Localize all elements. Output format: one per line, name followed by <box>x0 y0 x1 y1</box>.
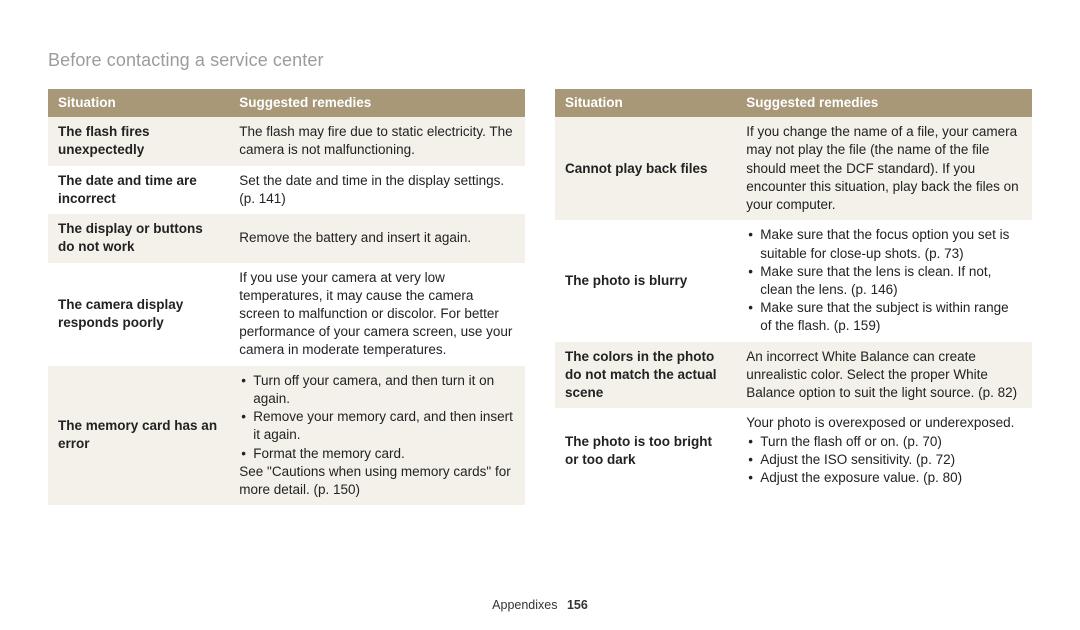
page-title: Before contacting a service center <box>48 50 1032 71</box>
troubleshoot-table-right: Situation Suggested remedies Cannot play… <box>555 89 1032 493</box>
remedy-cell: If you change the name of a file, your c… <box>736 117 1032 220</box>
list-item: Turn the flash off or on. (p. 70) <box>746 433 1022 451</box>
table-row: The photo is too bright or too dark Your… <box>555 408 1032 493</box>
list-item: Make sure that the subject is within ran… <box>746 299 1022 335</box>
situation-cell: The photo is too bright or too dark <box>555 408 736 493</box>
remedy-cell: If you use your camera at very low tempe… <box>229 263 525 366</box>
remedy-suffix: See "Cautions when using memory cards" f… <box>239 463 515 499</box>
document-page: Before contacting a service center Situa… <box>0 0 1080 630</box>
page-footer: Appendixes 156 <box>0 598 1080 612</box>
situation-cell: The memory card has an error <box>48 366 229 506</box>
content-columns: Situation Suggested remedies The flash f… <box>48 89 1032 505</box>
table-row: The photo is blurry Make sure that the f… <box>555 220 1032 341</box>
col-header-remedies: Suggested remedies <box>736 89 1032 117</box>
table-row: The memory card has an error Turn off yo… <box>48 366 525 506</box>
remedy-cell: Turn off your camera, and then turn it o… <box>229 366 525 506</box>
col-header-situation: Situation <box>48 89 229 117</box>
list-item: Adjust the ISO sensitivity. (p. 72) <box>746 451 1022 469</box>
list-item: Format the memory card. <box>239 445 515 463</box>
situation-cell: The date and time are incorrect <box>48 166 229 214</box>
remedy-list: Turn off your camera, and then turn it o… <box>239 372 515 463</box>
table-row: Cannot play back files If you change the… <box>555 117 1032 220</box>
remedy-cell: The flash may fire due to static electri… <box>229 117 525 165</box>
table-row: The display or buttons do not work Remov… <box>48 214 525 262</box>
table-row: The camera display responds poorly If yo… <box>48 263 525 366</box>
col-header-situation: Situation <box>555 89 736 117</box>
situation-cell: The photo is blurry <box>555 220 736 341</box>
remedy-cell: Remove the battery and insert it again. <box>229 214 525 262</box>
list-item: Turn off your camera, and then turn it o… <box>239 372 515 408</box>
table-row: The colors in the photo do not match the… <box>555 342 1032 409</box>
remedy-cell: Make sure that the focus option you set … <box>736 220 1032 341</box>
table-row: The flash fires unexpectedly The flash m… <box>48 117 525 165</box>
right-column: Situation Suggested remedies Cannot play… <box>555 89 1032 505</box>
situation-cell: Cannot play back files <box>555 117 736 220</box>
troubleshoot-table-left: Situation Suggested remedies The flash f… <box>48 89 525 505</box>
table-row: The date and time are incorrect Set the … <box>48 166 525 214</box>
remedy-list: Make sure that the focus option you set … <box>746 226 1022 335</box>
list-item: Make sure that the focus option you set … <box>746 226 1022 262</box>
left-column: Situation Suggested remedies The flash f… <box>48 89 525 505</box>
list-item: Adjust the exposure value. (p. 80) <box>746 469 1022 487</box>
footer-section: Appendixes <box>492 598 557 612</box>
list-item: Remove your memory card, and then insert… <box>239 408 515 444</box>
footer-page-number: 156 <box>567 598 588 612</box>
situation-cell: The colors in the photo do not match the… <box>555 342 736 409</box>
situation-cell: The flash fires unexpectedly <box>48 117 229 165</box>
col-header-remedies: Suggested remedies <box>229 89 525 117</box>
list-item: Make sure that the lens is clean. If not… <box>746 263 1022 299</box>
remedy-cell: Set the date and time in the display set… <box>229 166 525 214</box>
situation-cell: The camera display responds poorly <box>48 263 229 366</box>
remedy-cell: Your photo is overexposed or underexpose… <box>736 408 1032 493</box>
remedy-prefix: Your photo is overexposed or underexpose… <box>746 414 1022 432</box>
remedy-cell: An incorrect White Balance can create un… <box>736 342 1032 409</box>
remedy-list: Turn the flash off or on. (p. 70) Adjust… <box>746 433 1022 488</box>
situation-cell: The display or buttons do not work <box>48 214 229 262</box>
